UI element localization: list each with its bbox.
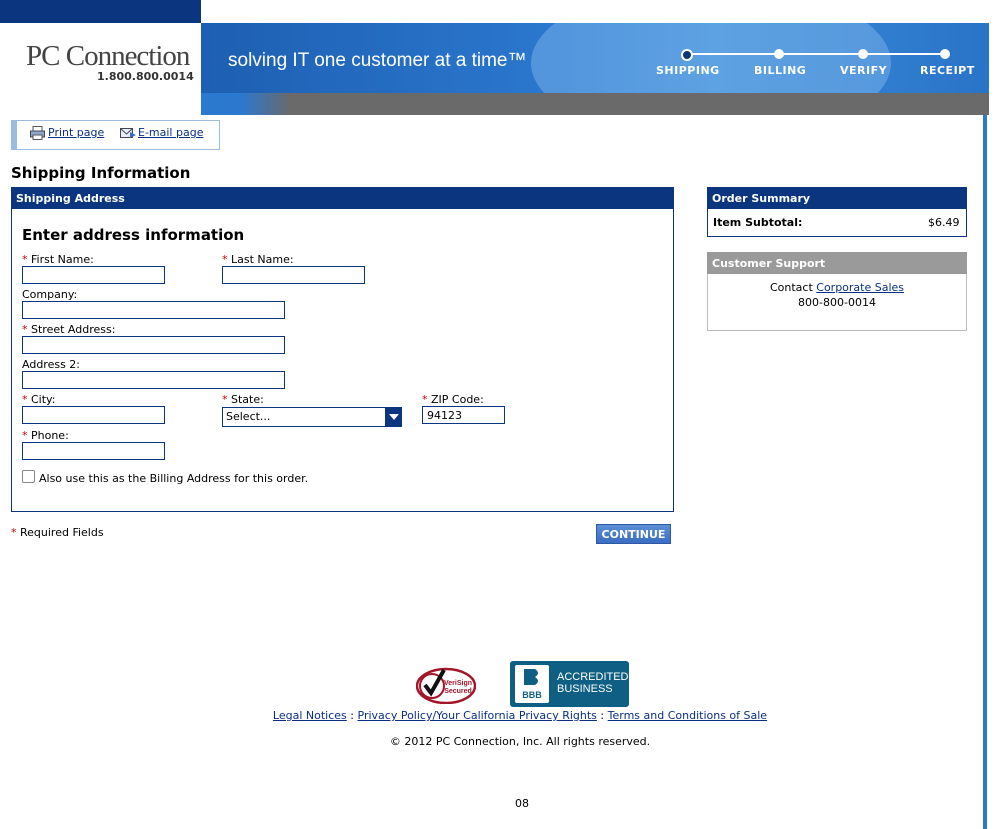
step-label-shipping: SHIPPING: [656, 64, 720, 77]
bbb-label: ACCREDITED BUSINESS: [557, 671, 629, 695]
svg-text:VeriSign: VeriSign: [444, 680, 472, 687]
link-separator: :: [350, 709, 354, 722]
subtotal-label: Item Subtotal:: [713, 216, 803, 229]
street-address-input[interactable]: [22, 336, 285, 354]
svg-text:Secured: Secured: [444, 688, 472, 695]
shipping-panel-title: Shipping Address: [16, 192, 125, 205]
first-name-label: * First Name:: [22, 253, 94, 266]
address2-input[interactable]: [22, 371, 285, 389]
company-label: Company:: [22, 288, 78, 301]
step-dot-receipt: [940, 49, 950, 59]
required-marker: *: [22, 323, 28, 336]
required-marker: *: [22, 253, 28, 266]
header-band-fade: [241, 93, 291, 115]
required-fields-note: * Required Fields: [11, 526, 104, 539]
progress-line: [686, 53, 946, 55]
copyright: © 2012 PC Connection, Inc. All rights re…: [389, 735, 651, 748]
svg-text:BBB: BBB: [522, 690, 542, 700]
last-name-input[interactable]: [222, 266, 365, 284]
page-number: 08: [515, 797, 529, 810]
state-select[interactable]: Select...: [222, 407, 402, 427]
city-input[interactable]: [22, 406, 165, 424]
last-name-label: * Last Name:: [222, 253, 294, 266]
step-label-verify: VERIFY: [840, 64, 888, 77]
legal-notices-link[interactable]: Legal Notices: [273, 709, 347, 722]
print-page-link[interactable]: Print page: [48, 126, 104, 139]
phone-input[interactable]: [22, 442, 165, 460]
step-dot-shipping: [681, 49, 693, 61]
footer-links: Legal Notices : Privacy Policy/Your Cali…: [0, 709, 1000, 722]
bbb-seal-icon: BBB: [515, 665, 549, 703]
required-marker: *: [22, 393, 28, 406]
order-summary-title: Order Summary: [712, 192, 811, 205]
city-label: * City:: [22, 393, 55, 406]
link-separator: :: [600, 709, 605, 722]
subtotal-value: $6.49: [928, 216, 960, 229]
header-top-bar: [0, 0, 201, 23]
email-page-link[interactable]: E-mail page: [138, 126, 203, 139]
address2-label: Address 2:: [22, 358, 81, 371]
first-name-input[interactable]: [22, 266, 165, 284]
header-grey-band: [201, 93, 989, 115]
step-label-receipt: RECEIPT: [920, 64, 975, 77]
required-marker: *: [222, 253, 228, 266]
phone-label: * Phone:: [22, 429, 69, 442]
page-title: Shipping Information: [11, 164, 191, 182]
required-marker: *: [422, 393, 428, 406]
privacy-policy-link[interactable]: Privacy Policy/Your California Privacy R…: [358, 709, 597, 722]
continue-button[interactable]: CONTINUE: [596, 524, 671, 544]
terms-link[interactable]: Terms and Conditions of Sale: [608, 709, 767, 722]
state-label-text: State:: [231, 393, 264, 406]
city-label-text: City:: [31, 393, 56, 406]
step-dot-verify: [858, 49, 868, 59]
zip-label: * ZIP Code:: [422, 393, 484, 406]
billing-same-label: Also use this as the Billing Address for…: [39, 472, 309, 485]
support-phone: 800-800-0014: [798, 296, 876, 309]
step-label-billing: BILLING: [754, 64, 807, 77]
required-marker: *: [22, 429, 28, 442]
zip-label-text: ZIP Code:: [431, 393, 484, 406]
corporate-sales-link[interactable]: Corporate Sales: [816, 281, 904, 294]
step-dot-billing: [774, 49, 784, 59]
company-input[interactable]: [22, 301, 285, 319]
contact-line: Contact Corporate Sales: [708, 281, 966, 294]
billing-same-checkbox[interactable]: [22, 470, 35, 483]
zip-input[interactable]: [422, 406, 505, 424]
phone-label-text: Phone:: [31, 429, 69, 442]
logo[interactable]: PC Connection: [26, 40, 190, 73]
required-marker: *: [11, 526, 17, 539]
street-address-label: * Street Address:: [22, 323, 115, 336]
logo-phone: 1.800.800.0014: [97, 70, 194, 83]
street-address-label-text: Street Address:: [31, 323, 116, 336]
printer-icon[interactable]: [30, 126, 45, 140]
chevron-down-icon[interactable]: [385, 407, 402, 427]
state-label: * State:: [222, 393, 264, 406]
verisign-seal-icon[interactable]: VeriSign Secured: [416, 662, 476, 704]
section-title: Enter address information: [22, 226, 245, 244]
tagline: solving IT one customer at a time™: [228, 50, 527, 71]
last-name-label-text: Last Name:: [231, 253, 294, 266]
header-band-accent: [201, 93, 241, 115]
customer-support-title: Customer Support: [712, 257, 826, 270]
contact-prefix: Contact: [769, 281, 813, 294]
first-name-label-text: First Name:: [31, 253, 94, 266]
required-note-text: Required Fields: [20, 526, 104, 539]
email-icon[interactable]: [120, 126, 137, 140]
required-marker: *: [222, 393, 228, 406]
